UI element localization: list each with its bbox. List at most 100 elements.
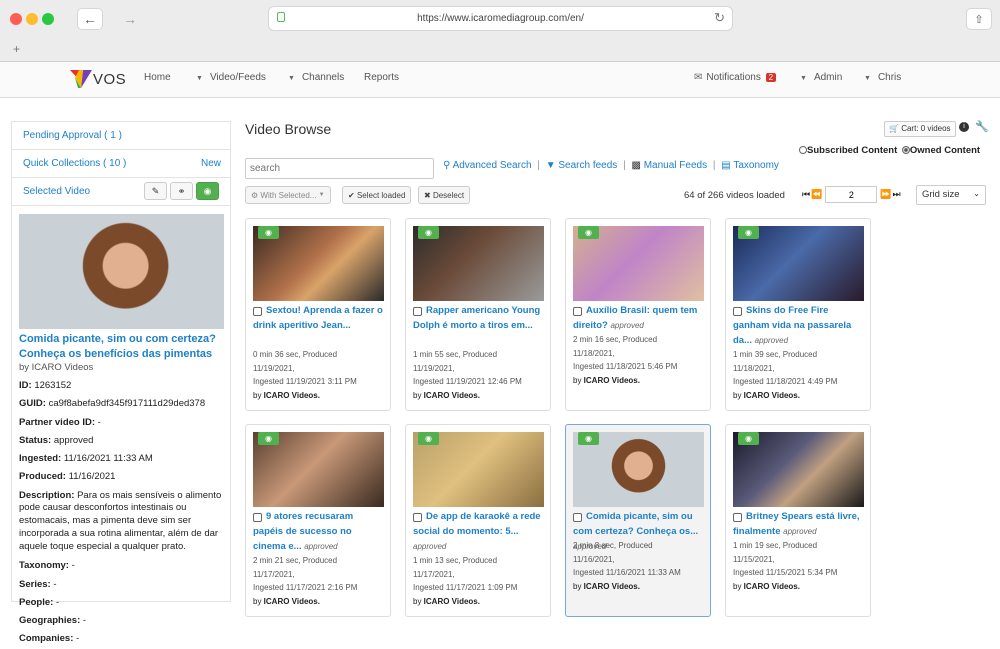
next-page-icon[interactable]: ⏩ [880, 189, 891, 200]
meta-value: 1263152 [34, 380, 72, 391]
share-icon: ⇧ [974, 13, 984, 26]
minimize-window-button[interactable] [26, 13, 38, 25]
video-card[interactable]: ◉ 9 atores recusaram papéis de sucesso no… [245, 424, 391, 617]
channel-name[interactable]: ICARO Videos. [424, 391, 480, 400]
preview-eye-button[interactable]: ◉ [578, 432, 599, 445]
grid-size-label: Grid size [922, 189, 960, 200]
deselect-button[interactable]: ✖ Deselect [418, 186, 471, 204]
reload-icon[interactable]: ↻ [714, 10, 725, 26]
preview-eye-button[interactable]: ◉ [258, 226, 279, 239]
new-tab-button[interactable]: + [13, 42, 20, 56]
video-title-link[interactable]: 9 atores recusaram papéis de sucesso no … [253, 509, 384, 554]
eye-icon: ◉ [745, 228, 752, 237]
meta-label: Description: [19, 489, 75, 501]
status-label: approved [413, 542, 447, 551]
lock-icon [277, 12, 285, 22]
video-card[interactable]: ◉ Sextou! Aprenda a fazer o drink aperiti… [245, 218, 391, 411]
video-card[interactable]: ◉ Skins do Free Fire ganham vida na passa… [725, 218, 871, 411]
nav-channels[interactable]: ▼ Channels [288, 72, 344, 83]
back-button[interactable]: ← [77, 8, 103, 30]
ingested-text: Ingested 11/15/2021 5:34 PM [733, 568, 838, 578]
video-title: Skins do Free Fire ganham vida na passar… [733, 305, 852, 346]
wrench-icon[interactable]: 🔧 [975, 120, 989, 133]
share-button[interactable]: ⇧ [966, 8, 992, 30]
video-title-link[interactable]: Skins do Free Fire ganham vida na passar… [733, 303, 864, 348]
taxonomy-link[interactable]: ▤ Taxonomy [721, 160, 779, 171]
video-title-link[interactable]: Sextou! Aprenda a fazer o drink aperitiv… [253, 303, 384, 333]
video-card[interactable]: ◉ Comida picante, sim ou com certeza? Con… [565, 424, 711, 617]
caret-down-icon: ▼ [288, 75, 295, 82]
manual-feeds-link[interactable]: ▩ Manual Feeds [631, 160, 707, 171]
new-collection-link[interactable]: New [201, 158, 221, 169]
preview-eye-button[interactable]: ◉ [738, 226, 759, 239]
eye-icon: ◉ [265, 228, 272, 237]
video-card[interactable]: ◉ Britney Spears está livre, finalmente a… [725, 424, 871, 617]
meta-guid: GUID: ca9f8abefa9df345f917111d29ded378 [19, 395, 223, 413]
preview-eye-button[interactable]: ◉ [258, 432, 279, 445]
nav-home[interactable]: Home [144, 72, 171, 83]
tag-button[interactable]: ⚭ [170, 182, 193, 200]
preview-eye-button[interactable]: ◉ [418, 226, 439, 239]
with-selected-dropdown[interactable]: ⚙ With Selected... ▼ [245, 186, 331, 204]
close-window-button[interactable] [10, 13, 22, 25]
grid-size-select[interactable]: Grid size ⌄ [916, 185, 986, 205]
edit-button[interactable]: ✎ [144, 182, 167, 200]
forward-button[interactable]: → [117, 8, 143, 30]
selected-video-title[interactable]: Comida picante, sim ou com certeza? Conh… [12, 332, 230, 362]
owned-radio[interactable] [901, 146, 910, 155]
prev-page-icon[interactable]: ⏪ [811, 189, 822, 200]
nav-video-feeds[interactable]: ▼ Video/Feeds [196, 72, 266, 83]
duration-text: 1 min 55 sec, Produced [413, 350, 498, 359]
maximize-window-button[interactable] [42, 13, 54, 25]
preview-button[interactable]: ◉ [196, 182, 219, 200]
video-title-link[interactable]: De app de karaokê a rede social do momen… [413, 509, 544, 554]
nav-admin[interactable]: ▼ Admin [800, 72, 842, 83]
nav-reports[interactable]: Reports [364, 72, 399, 83]
video-card[interactable]: ◉ Auxílio Brasil: quem tem direito? appro… [565, 218, 711, 411]
search-input[interactable] [245, 158, 434, 179]
advanced-search-link[interactable]: ⚲ Advanced Search [443, 160, 532, 171]
url-bar[interactable]: https://www.icaromediagroup.com/en/ ↻ [268, 6, 733, 31]
last-page-icon[interactable]: ⏭ [893, 189, 901, 200]
status-label: approved [610, 321, 644, 330]
quick-collections-link[interactable]: Quick Collections ( 10 ) [23, 158, 126, 169]
channel-line: by ICARO Videos. [733, 582, 800, 592]
video-title-link[interactable]: Auxílio Brasil: quem tem direito? approv… [573, 303, 704, 333]
nav-user[interactable]: ▼ Chris [864, 72, 901, 83]
channel-name[interactable]: ICARO Videos. [744, 391, 800, 400]
search-feeds-link[interactable]: ▼ Search feeds [546, 160, 618, 171]
eye-icon: ◉ [425, 228, 432, 237]
meta-label: Ingested: [19, 453, 62, 465]
app-navbar: VOS Home ▼ Video/Feeds ▼ Channels Reports … [0, 62, 1000, 98]
pending-approval-link[interactable]: Pending Approval ( 1 ) [12, 122, 230, 150]
vos-logo[interactable]: VOS [70, 68, 126, 90]
preview-eye-button[interactable]: ◉ [418, 432, 439, 445]
preview-eye-button[interactable]: ◉ [578, 226, 599, 239]
video-card[interactable]: ◉ Rapper americano Young Dolph é morto a … [405, 218, 551, 411]
video-title-link[interactable]: Britney Spears está livre, finalmente ap… [733, 509, 864, 539]
meta-label: ID: [19, 380, 32, 391]
channel-name[interactable]: ICARO Videos. [584, 582, 640, 591]
video-info: 1 min 19 sec, Produced 11/15/2021, Ingeste… [733, 539, 864, 594]
video-card[interactable]: ◉ De app de karaokê a rede social do mome… [405, 424, 551, 617]
nav-notifications[interactable]: ✉ Notifications 2 [694, 72, 777, 83]
preview-eye-button[interactable]: ◉ [738, 432, 759, 445]
selected-video-link[interactable]: Selected Video [23, 186, 90, 197]
duration-text: 2 min 21 sec, Produced [253, 556, 338, 565]
status-label: approved [304, 542, 338, 551]
cart-button[interactable]: 🛒 Cart: 0 videos [884, 121, 956, 137]
channel-name[interactable]: ICARO Videos. [264, 391, 320, 400]
page-number-input[interactable] [825, 186, 878, 203]
channel-name[interactable]: ICARO Videos. [744, 582, 800, 591]
subscribed-radio[interactable] [799, 146, 807, 155]
video-title: Comida picante, sim ou com certeza? Conh… [573, 511, 699, 537]
first-page-icon[interactable]: ⏮ [802, 189, 810, 200]
owned-label: Owned Content [909, 145, 981, 156]
info-icon[interactable]: i [959, 122, 969, 132]
select-loaded-button[interactable]: ✔ Select loaded [342, 186, 412, 204]
selected-video-thumbnail[interactable] [19, 214, 224, 329]
video-title-link[interactable]: Rapper americano Young Dolph é morto a t… [413, 303, 544, 333]
channel-name[interactable]: ICARO Videos. [584, 376, 640, 385]
duration-text: 0 min 36 sec, Produced [253, 350, 338, 359]
duration-text: 1 min 39 sec, Produced [733, 350, 818, 359]
